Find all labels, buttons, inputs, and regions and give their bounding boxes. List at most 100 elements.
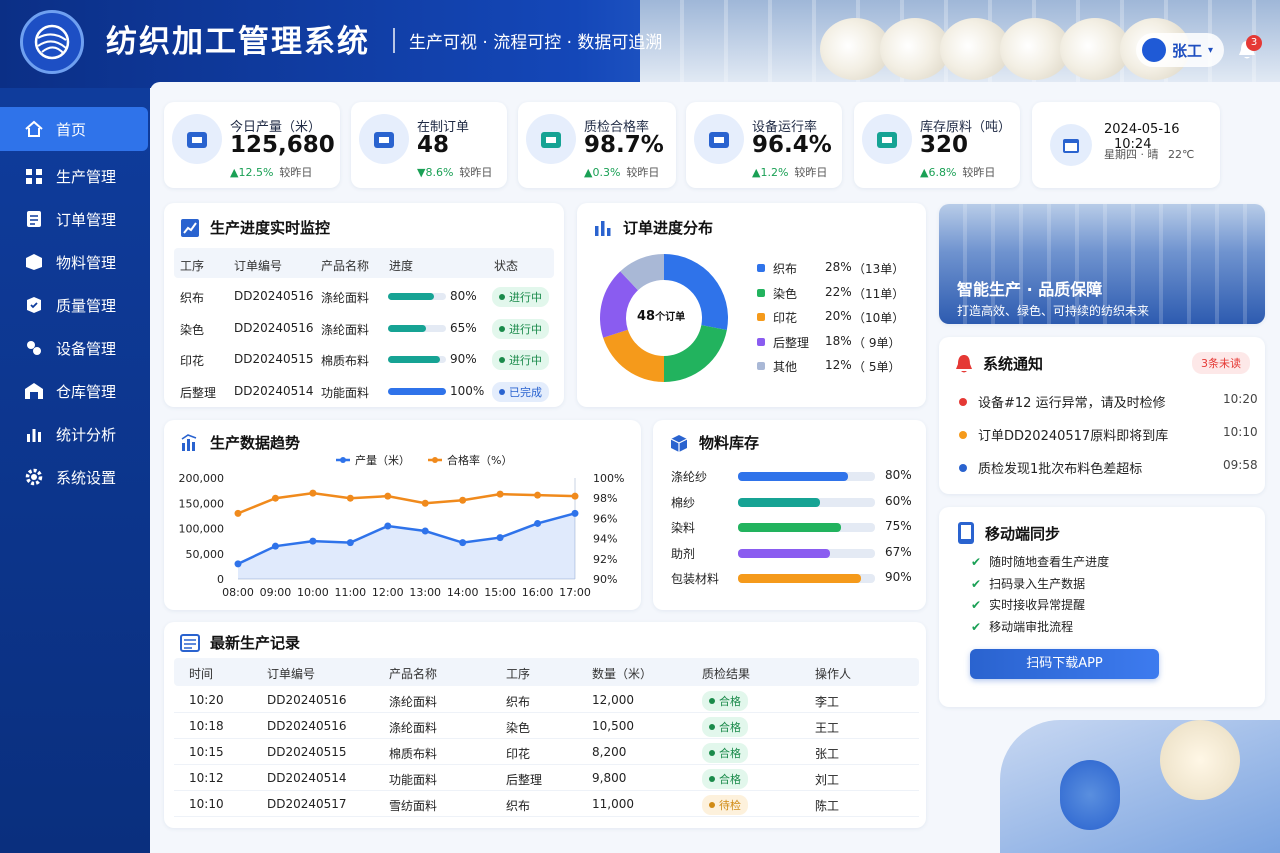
data-point[interactable] [271,542,279,550]
gear-icon [25,468,43,486]
stock-percent: 67% [885,544,912,559]
x-tick-label: 14:00 [447,586,479,599]
progress-bar [388,293,446,300]
sidebar-item-analytics[interactable]: 统计分析 [0,412,148,456]
data-point[interactable] [346,539,354,547]
cell-product: 雪纺面料 [389,799,438,813]
data-point[interactable] [421,499,429,507]
check-badge-icon [526,114,576,164]
x-tick-label: 13:00 [409,586,441,599]
kpi-card[interactable]: 今日产量（米） 125,680 ▲12.5% 较昨日 [164,102,340,188]
weekday-text: 星期四 [1104,148,1137,161]
kpi-card[interactable]: 设备运行率 96.4% ▲1.2% 较昨日 [686,102,842,188]
sidebar-item-production[interactable]: 生产管理 [0,154,148,198]
sidebar-item-label: 生产管理 [56,167,117,186]
banner-image: 智能生产 · 品质保障 打造高效、绿色、可持续的纺织未来 [939,204,1265,324]
donut-slice[interactable] [603,329,664,382]
data-point[interactable] [309,489,317,497]
sidebar-item-settings[interactable]: 系统设置 [0,455,148,499]
cell-product: 涤纶面料 [389,721,438,735]
data-point[interactable] [459,539,467,547]
kpi-card[interactable]: 在制订单 48 ▼8.6% 较昨日 [351,102,507,188]
data-point[interactable] [384,492,392,500]
sidebar-item-equipment[interactable]: 设备管理 [0,326,148,370]
material-name: 棉纱 [671,495,696,510]
legend-count: （ 5单） [853,360,901,374]
feature-text: 扫码录入生产数据 [989,576,1086,591]
sidebar-item-warehouse[interactable]: 仓库管理 [0,369,148,413]
legend-percent: 12% [825,358,852,372]
sidebar-item-orders[interactable]: 订单管理 [0,197,148,241]
app-title: 纺织加工管理系统 [106,24,370,60]
data-point[interactable] [496,490,504,498]
donut-slice[interactable] [664,325,727,382]
status-badge: 已完成 [492,381,549,402]
column-header: 状态 [494,259,519,273]
data-point[interactable] [571,492,579,500]
legend-swatch [340,457,346,463]
data-point[interactable] [271,494,279,502]
y-right-tick-label: 96% [593,512,617,525]
data-point[interactable] [496,534,504,542]
data-point[interactable] [571,509,579,517]
user-name: 张工 [1172,41,1203,60]
kpi-change: ▲12.5% 较昨日 [230,164,312,180]
cell-operator: 王工 [815,721,840,735]
cell-qty: 11,000 [592,797,634,811]
data-point[interactable] [234,560,242,568]
check-icon: ✔ [971,598,982,612]
notice-text[interactable]: 订单DD20240517原料即将到库 [978,425,1168,444]
kpi-change: ▼8.6% 较昨日 [417,164,492,180]
notice-time: 09:58 [1223,458,1258,472]
sidebar-item-quality[interactable]: 质量管理 [0,283,148,327]
factory-icon [172,114,222,164]
legend-label: 印花 [773,311,798,325]
cell-time: 10:18 [189,719,224,733]
cell-step: 织布 [180,291,205,305]
legend-swatch [757,337,765,346]
data-point[interactable] [459,496,467,504]
y-right-tick-label: 92% [593,553,617,566]
kpi-value: 320 [920,132,969,158]
kpi-change-value: ▲6.8% [920,166,957,179]
column-header: 时间 [189,667,214,681]
x-tick-label: 16:00 [522,586,554,599]
notice-text[interactable]: 设备#12 运行异常，请及时检修 [978,392,1166,411]
check-icon: ✔ [971,619,982,634]
data-point[interactable] [309,537,317,545]
cell-percent: 80% [450,289,477,303]
cell-step: 织布 [506,799,531,813]
progress-bar [388,356,446,363]
quality-icon [27,297,41,313]
stock-bar [738,497,875,507]
kpi-value: 96.4% [752,132,832,158]
cell-order: DD20240515 [267,745,347,759]
stock-bar-fill [738,574,862,583]
kpi-change: ▲6.8% 较昨日 [920,164,995,180]
bell-icon [956,354,972,372]
sidebar-item-home[interactable]: 首页 [0,107,148,151]
records-panel: 最新生产记录 时间 订单编号 产品名称 工序 数量（米） 质检结果 操作人 10:20 DD20… [164,622,926,828]
data-point[interactable] [234,509,242,517]
sidebar-item-materials[interactable]: 物料管理 [0,240,148,284]
stock-percent: 60% [885,493,912,508]
y-tick-label: 150,000 [179,497,225,510]
feature-item: ✔ 扫码录入生产数据 [971,575,1085,592]
download-app-button[interactable]: 扫码下载APP [970,649,1159,679]
user-menu[interactable]: 张工 ▾ [1136,33,1224,67]
column-header: 质检结果 [702,667,751,681]
y-right-tick-label: 100% [593,472,624,485]
data-point[interactable] [346,494,354,502]
data-point[interactable] [534,491,542,499]
list-icon [180,633,200,652]
cell-step: 染色 [506,721,531,735]
data-point[interactable] [421,527,429,535]
data-point[interactable] [534,519,542,527]
notice-text[interactable]: 质检发现1批次布料色差超标 [978,458,1142,477]
clipboard-icon [359,114,409,164]
data-point[interactable] [384,522,392,530]
kpi-card[interactable]: 库存原料（吨） 320 ▲6.8% 较昨日 [854,102,1020,188]
calendar-icon [1050,124,1092,166]
gear-icon [694,114,744,164]
kpi-card[interactable]: 质检合格率 98.7% ▲0.3% 较昨日 [518,102,676,188]
